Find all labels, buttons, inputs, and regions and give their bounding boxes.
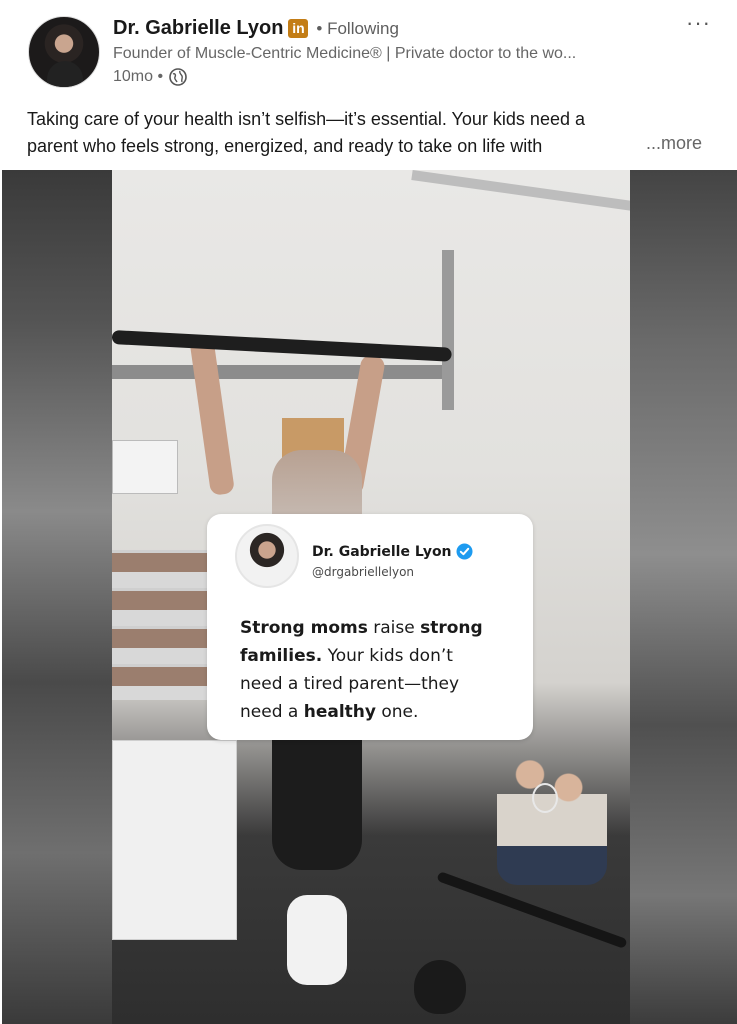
author-name[interactable]: Dr. Gabrielle Lyon (113, 17, 283, 40)
quote-line: families. Your kids don’t (240, 642, 530, 670)
ring-icon (532, 783, 558, 813)
post-header: Dr. Gabrielle Lyon in • Following Founde… (0, 0, 737, 96)
quote-author-name: Dr. Gabrielle Lyon (312, 543, 452, 560)
pullup-bar (112, 330, 452, 362)
bar-mount (442, 250, 454, 410)
post-time: 10mo • (113, 68, 164, 85)
quote-bold: strong (420, 618, 483, 638)
shoe-rack (112, 550, 212, 700)
quote-plain: one. (375, 702, 419, 722)
globe-icon (169, 68, 187, 86)
quote-bold: families. (240, 646, 323, 666)
author-line: Dr. Gabrielle Lyon in • Following (113, 17, 399, 40)
author-avatar[interactable] (28, 16, 100, 88)
author-headline[interactable]: Founder of Muscle-Centric Medicine® | Pr… (113, 45, 576, 63)
quote-line: Strong moms raise strong (240, 614, 530, 642)
following-status: • Following (316, 18, 399, 38)
post-text: Taking care of your health isn’t selfish… (27, 106, 717, 160)
quote-plain: Your kids don’t (322, 646, 453, 666)
verified-check-icon (456, 543, 473, 560)
video-blur-right (630, 170, 737, 1024)
storage-bin (112, 440, 178, 494)
kettlebell (414, 960, 466, 1014)
video-blur-left (2, 170, 112, 1024)
ceiling-beam (411, 170, 630, 212)
quote-bold: healthy (303, 702, 376, 722)
quote-avatar (235, 524, 299, 588)
see-more-link[interactable]: ...more (646, 133, 702, 154)
person-shoes (287, 895, 347, 985)
cabinet (112, 740, 237, 940)
quote-card: Dr. Gabrielle Lyon @drgabriellelyon Stro… (207, 514, 533, 740)
quote-handle: @drgabriellelyon (312, 565, 415, 579)
quote-bold: Strong moms (240, 618, 368, 638)
quote-body: Strong moms raise strong families. Your … (240, 614, 530, 726)
post-text-line: Taking care of your health isn’t selfish… (27, 109, 585, 129)
post-text-line: parent who feels strong, energized, and … (27, 136, 543, 156)
quote-line: need a healthy one. (240, 698, 530, 726)
linkedin-badge-icon: in (288, 19, 309, 38)
person-arm (188, 334, 236, 496)
post-meta: 10mo • (113, 68, 187, 86)
more-options-ellipsis-icon[interactable]: ··· (686, 10, 711, 36)
quote-line: need a tired parent—they (240, 674, 460, 694)
quote-plain: need a (240, 702, 304, 722)
shelf-rail (112, 365, 442, 379)
children-figures (497, 755, 607, 885)
quote-plain: raise (367, 618, 421, 638)
quote-name-row: Dr. Gabrielle Lyon (312, 543, 473, 560)
